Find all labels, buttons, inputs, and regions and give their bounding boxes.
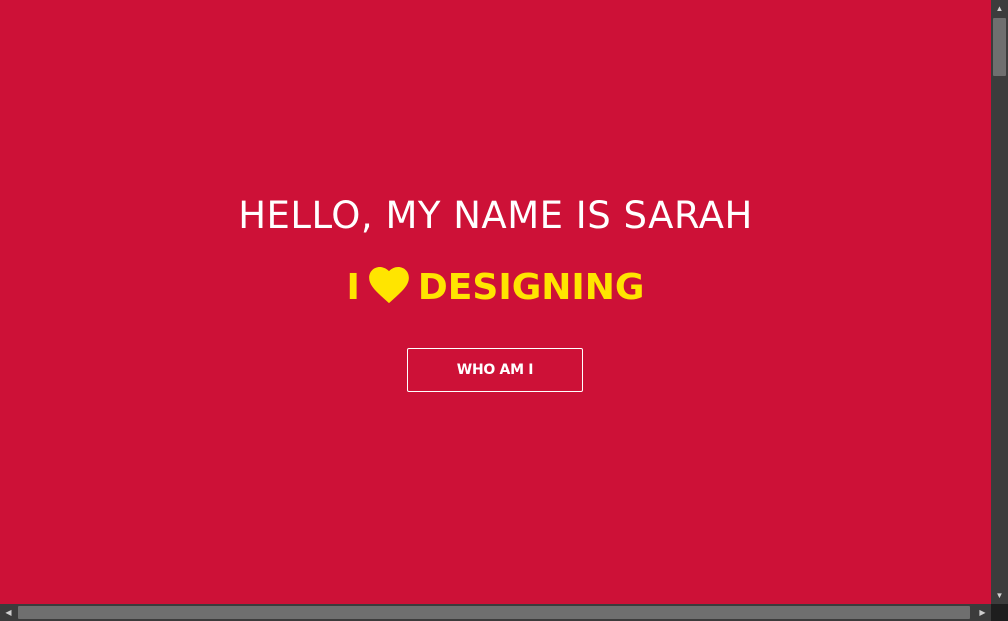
hero-headline: HELLO, MY NAME IS SARAH [238, 194, 753, 237]
tagline-prefix: I [346, 267, 360, 308]
scroll-right-arrow-icon[interactable]: ▶ [974, 604, 991, 621]
hero-section: HELLO, MY NAME IS SARAH I DESIGNING WHO … [0, 0, 991, 604]
vertical-scrollbar[interactable]: ▲ ▼ [991, 0, 1008, 604]
horizontal-scroll-thumb[interactable] [18, 606, 970, 619]
page-viewport: HELLO, MY NAME IS SARAH I DESIGNING WHO … [0, 0, 991, 604]
heart-icon [369, 267, 409, 304]
vertical-scroll-thumb[interactable] [993, 18, 1006, 76]
horizontal-scrollbar[interactable]: ◀ ▶ [0, 604, 991, 621]
tagline-suffix: DESIGNING [417, 267, 645, 308]
scroll-left-arrow-icon[interactable]: ◀ [0, 604, 17, 621]
hero-tagline: I DESIGNING [0, 264, 991, 311]
who-am-i-button[interactable]: WHO AM I [407, 348, 583, 392]
scrollbar-corner [991, 604, 1008, 621]
scroll-up-arrow-icon[interactable]: ▲ [991, 0, 1008, 17]
scroll-down-arrow-icon[interactable]: ▼ [991, 587, 1008, 604]
